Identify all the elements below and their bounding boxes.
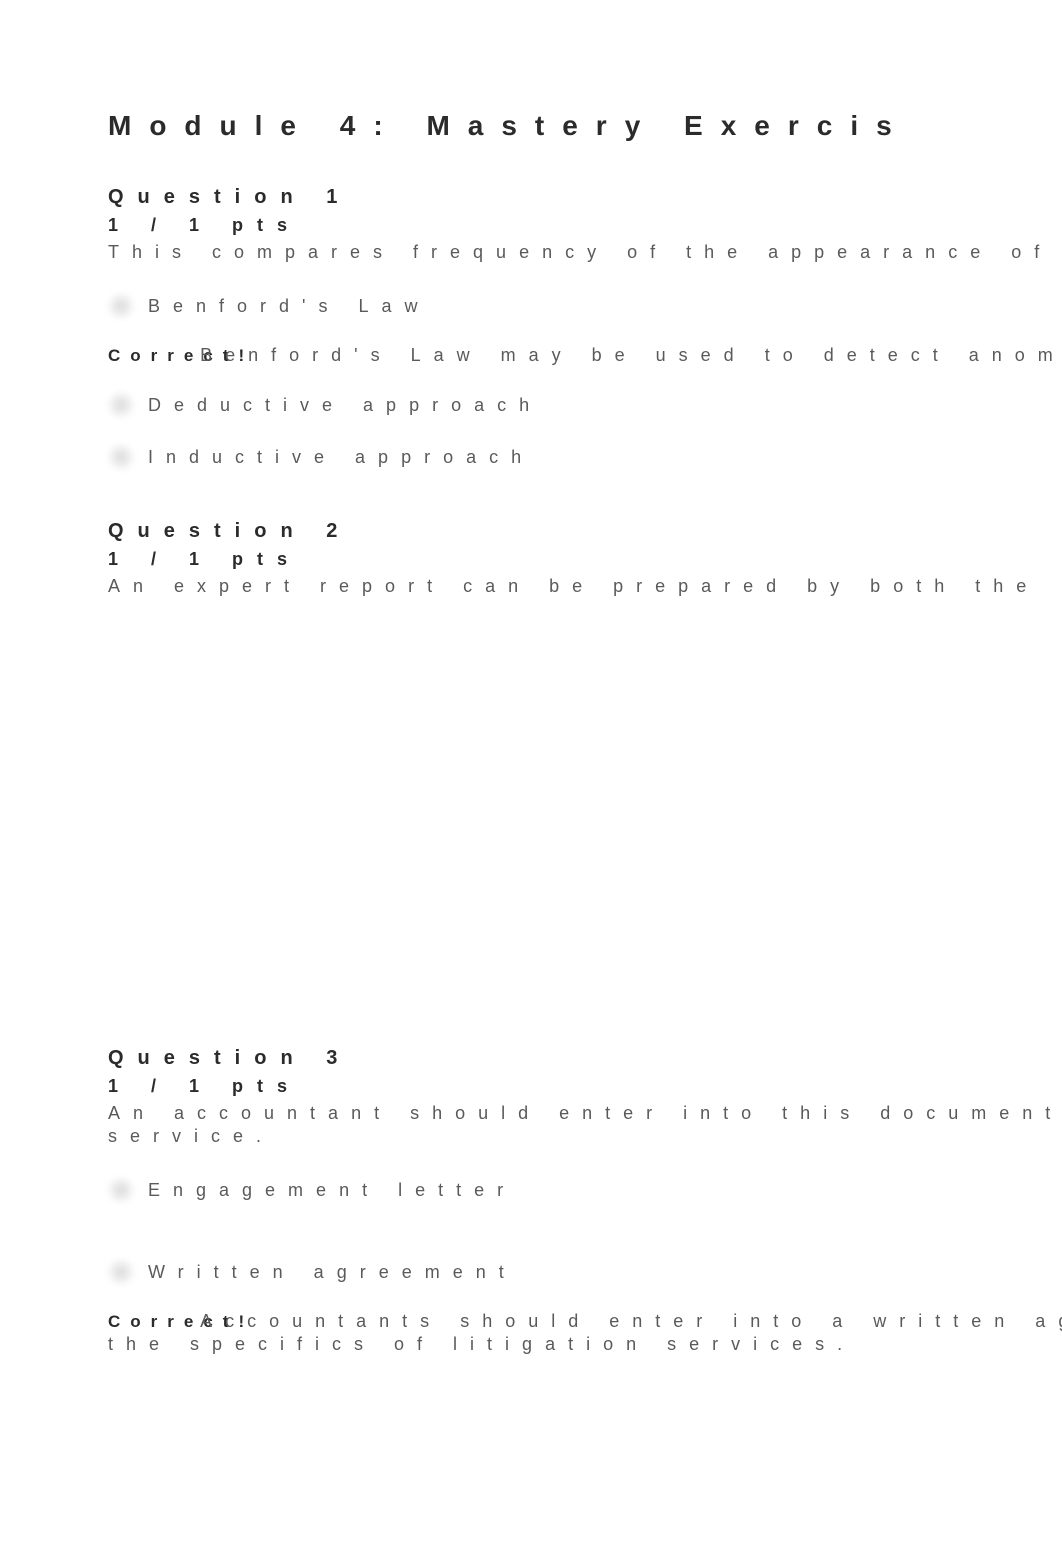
question-3-points: 1 / 1 pts (108, 1076, 1062, 1097)
radio-icon (108, 293, 134, 319)
radio-icon (108, 1177, 134, 1203)
question-3-prompt-line2: service. (108, 1126, 1062, 1147)
q1-option-c[interactable]: Inductive approach (108, 444, 1062, 470)
q1-option-c-label: Inductive approach (148, 447, 534, 468)
q1-correct-text: Benford's Law may be used to detect anom… (200, 345, 1062, 365)
q1-correct-feedback: Correct!Benford's Law may be used to det… (108, 345, 1062, 366)
q3-correct-text-line2: the specifics of litigation services. (108, 1334, 1062, 1355)
radio-icon (108, 444, 134, 470)
question-2-title: Question 2 (108, 520, 1062, 543)
question-2-prompt: An expert report can be prepared by both… (108, 576, 1062, 597)
q1-option-a[interactable]: Benford's Law (108, 293, 1062, 319)
q3-correct-feedback: Correct!Accountants should enter into a … (108, 1311, 1062, 1332)
q3-option-a[interactable]: Engagement letter (108, 1177, 1062, 1203)
q1-option-b[interactable]: Deductive approach (108, 392, 1062, 418)
question-3-prompt-line1: An accountant should enter into this doc… (108, 1103, 1062, 1124)
question-2-points: 1 / 1 pts (108, 549, 1062, 570)
question-1-title: Question 1 (108, 186, 1062, 209)
module-title: Module 4: Mastery Exercis (108, 110, 1062, 142)
document-page: Module 4: Mastery Exercis Question 1 1 /… (0, 0, 1062, 1415)
question-1-prompt: This compares frequency of the appearanc… (108, 242, 1062, 263)
q1-option-a-label: Benford's Law (148, 296, 431, 317)
question-3-title: Question 3 (108, 1047, 1062, 1070)
q3-option-b[interactable]: Written agreement (108, 1259, 1062, 1285)
q1-option-b-label: Deductive approach (148, 395, 542, 416)
question-1-points: 1 / 1 pts (108, 215, 1062, 236)
q3-correct-text-line1: Accountants should enter into a written … (200, 1311, 1062, 1331)
q3-option-b-label: Written agreement (148, 1262, 517, 1283)
radio-icon (108, 1259, 134, 1285)
blurred-preview-region (108, 627, 888, 1007)
radio-icon (108, 392, 134, 418)
q3-option-a-label: Engagement letter (148, 1180, 516, 1201)
